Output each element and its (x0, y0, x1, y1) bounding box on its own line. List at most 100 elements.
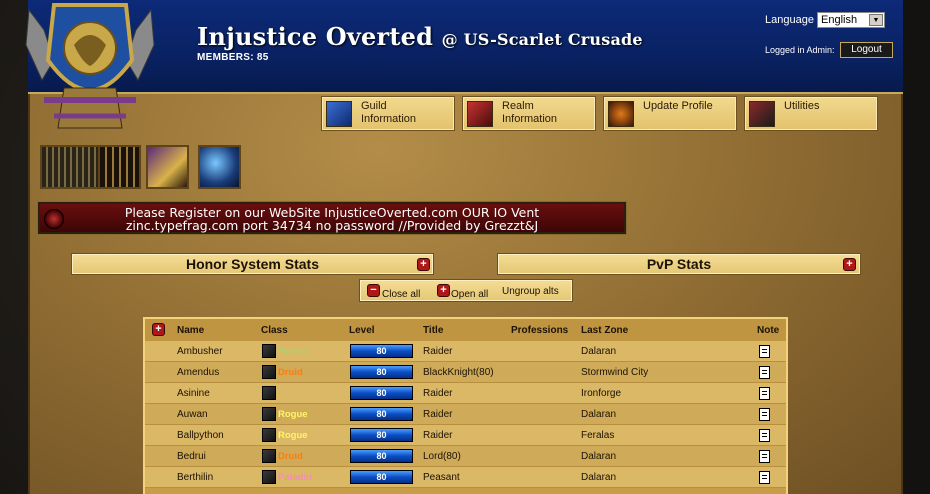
realm-name: @ US-Scarlet Crusade (441, 30, 643, 49)
table-row[interactable]: Ambusher Hunter 80 Raider Dalaran (145, 341, 786, 362)
note-icon[interactable] (759, 471, 770, 484)
banner-line: zinc.typefrag.com port 34734 no password… (125, 218, 539, 233)
utilities-icon (749, 101, 775, 127)
member-name[interactable]: Amendus (177, 367, 219, 378)
chevron-down-icon: ▼ (869, 14, 883, 26)
class-icon (262, 428, 276, 442)
col-title[interactable]: Title (423, 325, 443, 336)
class-icon (262, 386, 276, 400)
roster-controls: − Close all + Open all Ungroup alts (359, 279, 573, 302)
collapse-icon[interactable]: − (367, 284, 380, 297)
nav-utilities[interactable]: Utilities (744, 96, 878, 131)
ungroup-alts-link[interactable]: Ungroup alts (502, 286, 559, 297)
col-level[interactable]: Level (349, 325, 375, 336)
col-name[interactable]: Name (177, 325, 204, 336)
guild-name: Injustice Overted (197, 22, 434, 51)
last-zone: Dalaran (581, 346, 617, 357)
table-row[interactable]: Berthilin Paladin 80 Peasant Dalaran (145, 467, 786, 488)
table-row[interactable]: Ballpython Rogue 80 Raider Feralas (145, 425, 786, 446)
note-icon[interactable] (759, 387, 770, 400)
member-title: BlackKnight(80) (423, 367, 494, 378)
col-note[interactable]: Note (757, 325, 779, 336)
roster-table: + Name Class Level Title Professions Las… (143, 317, 788, 494)
bars-icon[interactable] (98, 145, 141, 189)
nav-update-profile[interactable]: Update Profile (603, 96, 737, 131)
nav-label: Information (361, 113, 417, 125)
member-name[interactable]: Bedrui (177, 451, 206, 462)
close-all-link[interactable]: Close all (382, 289, 420, 300)
member-title: Raider (423, 346, 453, 357)
nav-label: Guild (361, 100, 387, 112)
last-zone: Dalaran (581, 409, 617, 420)
class-icon (262, 470, 276, 484)
nav-realm-information[interactable]: Realm Information (462, 96, 596, 131)
nav-guild-information[interactable]: Guild Information (321, 96, 455, 131)
class-name: Druid (278, 367, 303, 378)
col-last-zone[interactable]: Last Zone (581, 325, 628, 336)
member-title: Peasant (423, 472, 460, 483)
logout-button[interactable]: Logout (840, 42, 893, 58)
member-name[interactable]: Asinine (177, 388, 210, 399)
profile-icon (608, 101, 634, 127)
table-row[interactable]: Asinine 80 Raider Ironforge (145, 383, 786, 404)
class-name: Druid (278, 451, 303, 462)
expand-icon[interactable]: + (437, 284, 450, 297)
note-icon[interactable] (759, 429, 770, 442)
expand-icon[interactable]: + (152, 323, 165, 336)
class-name: Hunter (278, 346, 309, 357)
class-icon (262, 407, 276, 421)
member-title: Lord(80) (423, 451, 461, 462)
member-name[interactable]: Ballpython (177, 430, 224, 441)
table-row[interactable]: Bedrui Druid 80 Lord(80) Dalaran (145, 446, 786, 467)
level-bar: 80 (350, 470, 413, 484)
announcement-icon (44, 209, 64, 229)
member-title: Raider (423, 430, 453, 441)
language-select[interactable]: English ▼ (817, 12, 885, 28)
table-row[interactable]: Amendus Druid 80 BlackKnight(80) Stormwind C… (145, 362, 786, 383)
last-zone: Dalaran (581, 472, 617, 483)
mount-icon[interactable] (198, 145, 241, 189)
level-bar: 80 (350, 386, 413, 400)
col-professions[interactable]: Professions (511, 325, 568, 336)
class-name: Rogue (278, 409, 308, 420)
note-icon[interactable] (759, 408, 770, 421)
class-icon (262, 344, 276, 358)
honor-stats-header[interactable]: Honor System Stats + (71, 253, 434, 275)
open-all-link[interactable]: Open all (451, 289, 488, 300)
admin-label: Logged in Admin: (765, 45, 835, 55)
col-class[interactable]: Class (261, 325, 288, 336)
expand-icon[interactable]: + (843, 258, 856, 271)
last-zone: Stormwind City (581, 367, 649, 378)
member-name[interactable]: Berthilin (177, 472, 213, 483)
note-icon[interactable] (759, 450, 770, 463)
level-bar: 80 (350, 344, 413, 358)
language-value: English (821, 14, 858, 26)
realm-icon (467, 101, 493, 127)
last-zone: Dalaran (581, 451, 617, 462)
table-row[interactable]: Auwan Rogue 80 Raider Dalaran (145, 404, 786, 425)
alliance-crest-icon (25, 3, 155, 129)
level-bar: 80 (350, 449, 413, 463)
expand-icon[interactable]: + (417, 258, 430, 271)
last-zone: Feralas (581, 430, 615, 441)
honor-stats-label: Honor System Stats (185, 256, 320, 272)
last-zone: Ironforge (581, 388, 622, 399)
pvp-stats-header[interactable]: PvP Stats + (497, 253, 861, 275)
nav-label: Utilities (784, 100, 820, 112)
member-title: Raider (423, 388, 453, 399)
level-bar: 80 (350, 428, 413, 442)
nav-label: Information (502, 113, 558, 125)
guild-icon (326, 101, 352, 127)
level-bar: 80 (350, 365, 413, 379)
class-name: Paladin (278, 472, 312, 483)
character-icon[interactable] (146, 145, 189, 189)
note-icon[interactable] (759, 366, 770, 379)
nav-label: Realm (502, 100, 534, 112)
class-icon (262, 449, 276, 463)
class-name: Rogue (278, 430, 308, 441)
member-title: Raider (423, 409, 453, 420)
note-icon[interactable] (759, 345, 770, 358)
member-name[interactable]: Auwan (177, 409, 208, 420)
member-name[interactable]: Ambusher (177, 346, 223, 357)
roster-header: + Name Class Level Title Professions Las… (145, 319, 786, 341)
